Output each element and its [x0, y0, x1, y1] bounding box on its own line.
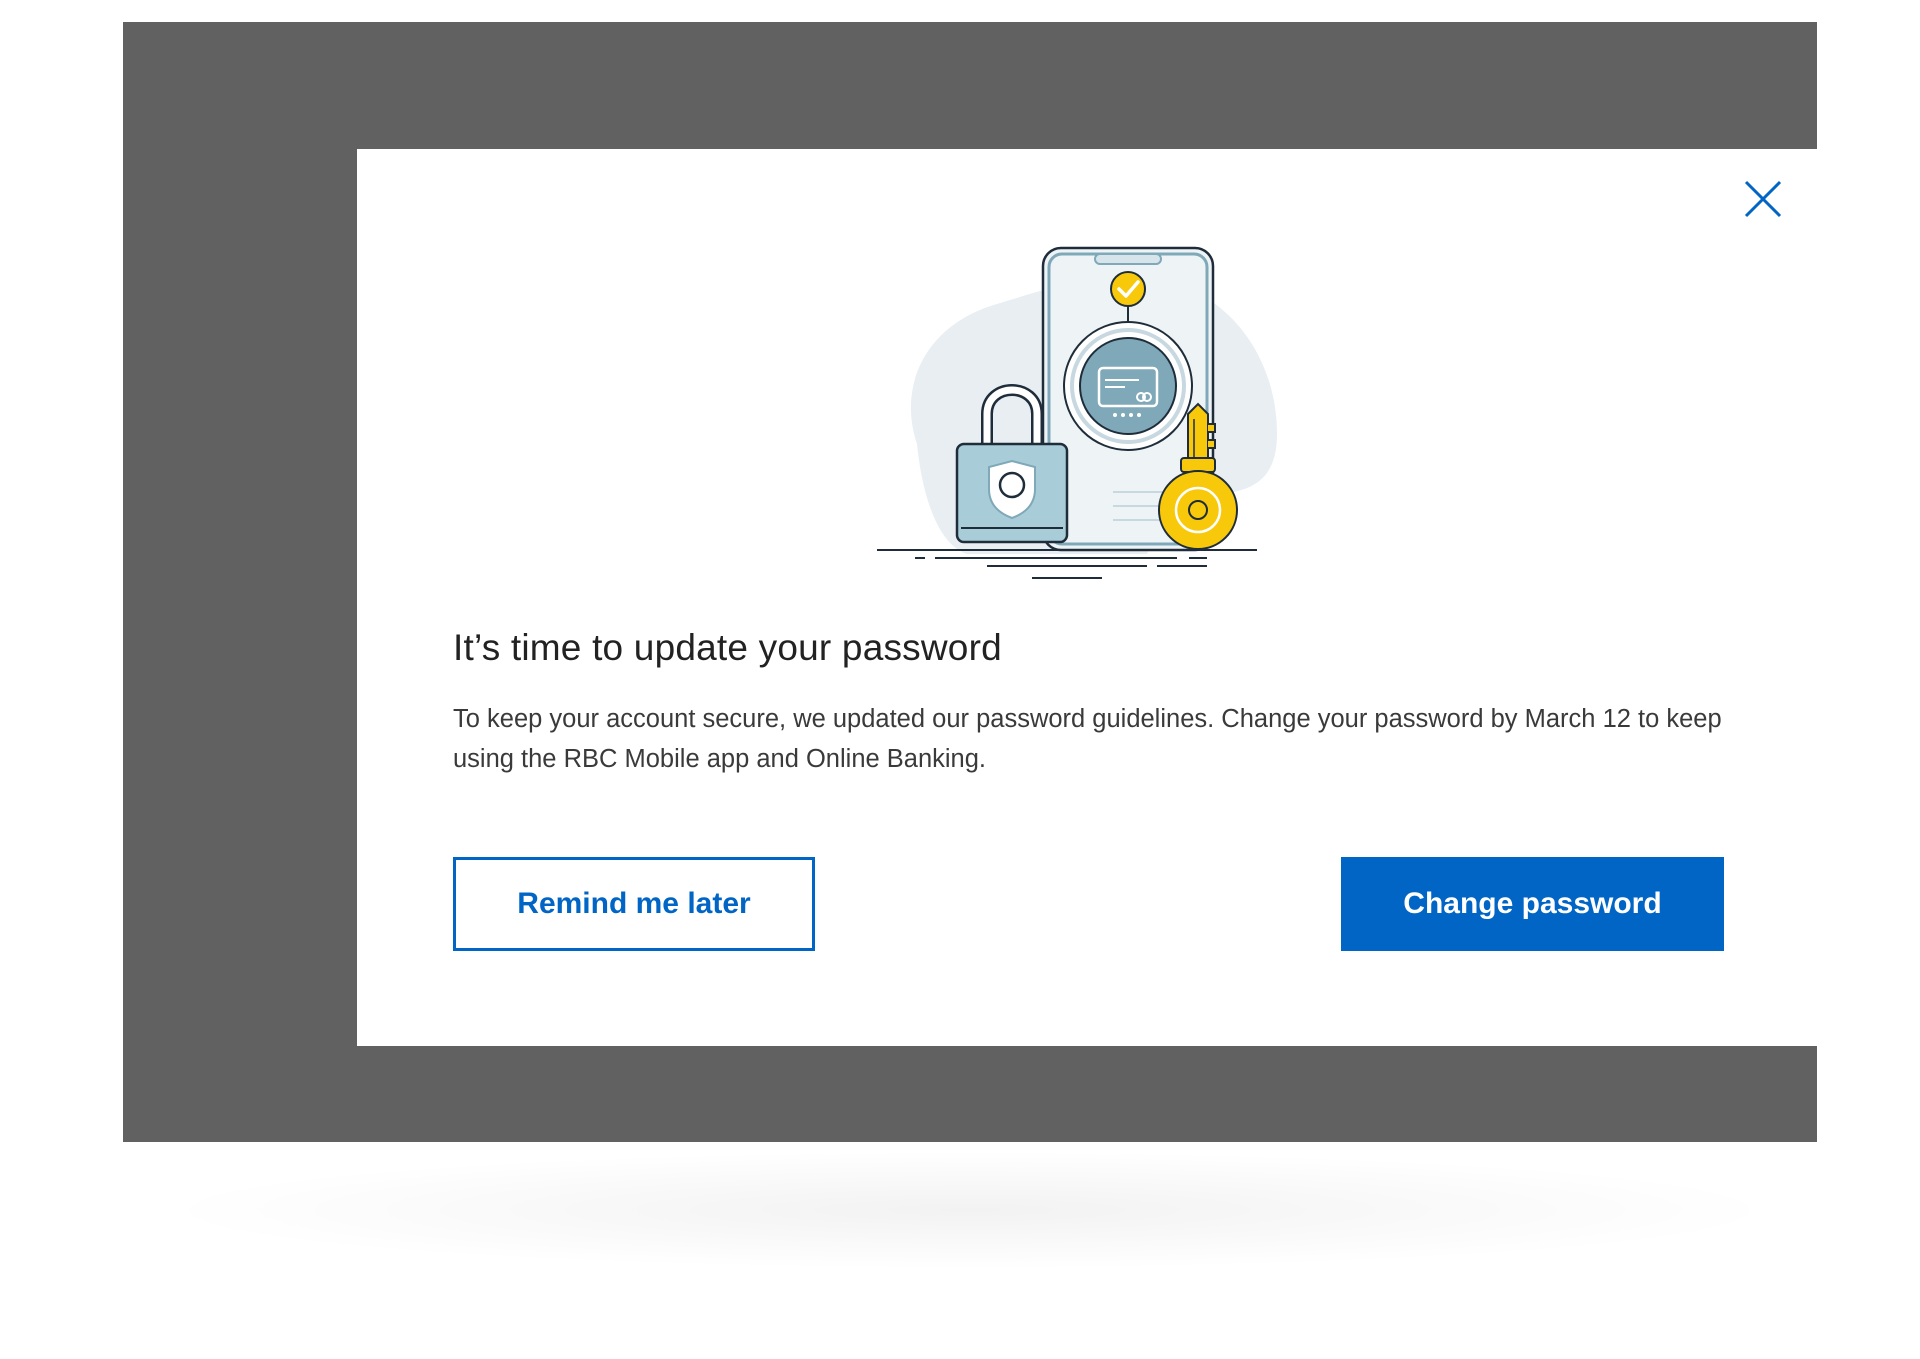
remind-me-later-button[interactable]: Remind me later [453, 857, 815, 951]
dialog-title: It’s time to update your password [453, 627, 1002, 668]
password-update-dialog: It’s time to update your password To kee… [357, 149, 1817, 1046]
modal-backdrop[interactable]: It’s time to update your password To kee… [123, 22, 1817, 1142]
dialog-body-text: To keep your account secure, we updated … [453, 705, 1722, 773]
change-password-button[interactable]: Change password [1341, 857, 1724, 951]
screen-shadow [150, 1150, 1790, 1270]
page: It’s time to update your password To kee… [0, 0, 1920, 1359]
close-icon[interactable] [1743, 179, 1783, 219]
phone-lock-key-illustration [877, 244, 1297, 614]
